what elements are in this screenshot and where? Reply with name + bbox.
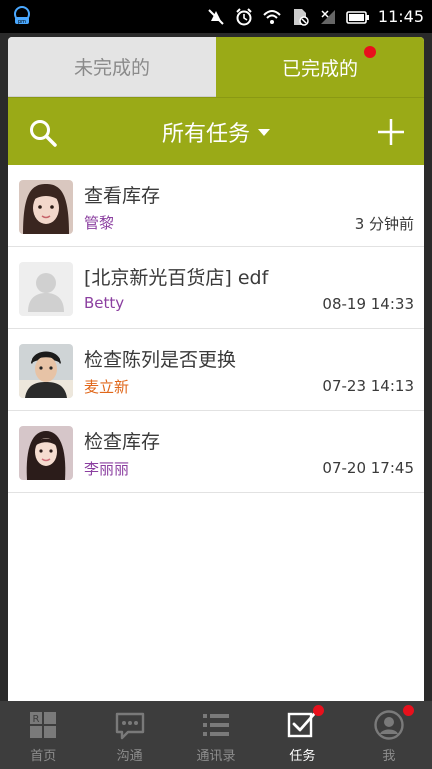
chat-icon bbox=[115, 712, 144, 740]
nav-item-home[interactable]: R 首页 bbox=[0, 701, 86, 769]
task-row[interactable]: 查看库存 管黎 3 分钟前 bbox=[8, 165, 424, 247]
task-row[interactable]: 检查库存 李丽丽 07-20 17:45 bbox=[8, 411, 424, 493]
mute-icon bbox=[208, 8, 224, 25]
nav-label: 沟通 bbox=[116, 749, 143, 764]
contacts-icon bbox=[203, 714, 230, 736]
nav-label: 首页 bbox=[30, 749, 57, 764]
notification-badge bbox=[364, 46, 376, 58]
task-status-tabs: 未完成的 已完成的 bbox=[8, 37, 424, 97]
svg-text:pm: pm bbox=[18, 19, 26, 25]
nav-item-chat[interactable]: 沟通 bbox=[86, 701, 172, 769]
task-title: 检查陈列是否更换 bbox=[84, 349, 237, 371]
status-bar: pm 11:45 bbox=[0, 0, 432, 33]
notification-badge bbox=[313, 705, 325, 716]
wifi-icon bbox=[263, 9, 281, 24]
task-list: 查看库存 管黎 3 分钟前 [北京新光百货店] edf Betty 08-19 … bbox=[8, 165, 424, 493]
signal-icon bbox=[320, 9, 335, 24]
task-time: 07-23 14:13 bbox=[322, 377, 414, 395]
user-avatar bbox=[19, 344, 73, 398]
nav-item-contacts[interactable]: 通讯录 bbox=[173, 701, 259, 769]
task-title: 检查库存 bbox=[84, 431, 161, 453]
nav-item-tasks[interactable]: 任务 bbox=[259, 701, 345, 769]
task-title: 查看库存 bbox=[84, 185, 161, 207]
user-avatar bbox=[19, 180, 73, 234]
profile-icon bbox=[374, 710, 404, 740]
caret-down-icon bbox=[258, 128, 270, 136]
user-avatar bbox=[19, 426, 73, 480]
nav-item-profile[interactable]: 我 bbox=[346, 701, 432, 769]
nav-label: 通讯录 bbox=[196, 749, 236, 764]
task-filter-dropdown[interactable]: 所有任务 bbox=[8, 98, 424, 166]
plus-icon[interactable] bbox=[376, 117, 406, 147]
nav-label: 任务 bbox=[289, 749, 316, 764]
tab-pending[interactable]: 未完成的 bbox=[8, 37, 216, 97]
tab-pending-label: 未完成的 bbox=[73, 57, 150, 79]
tab-completed-label: 已完成的 bbox=[281, 57, 358, 80]
task-time: 08-19 14:33 bbox=[322, 295, 414, 313]
battery-icon bbox=[346, 10, 369, 24]
task-panel: 未完成的 已完成的 所有任务 查看库存 管黎 3 分钟前 [北京新光百货店] e… bbox=[8, 37, 424, 701]
clock-time: 11:45 bbox=[377, 7, 424, 26]
task-row[interactable]: 检查陈列是否更换 麦立新 07-23 14:13 bbox=[8, 329, 424, 411]
no-sim-icon bbox=[293, 8, 309, 26]
task-assignee: 管黎 bbox=[84, 214, 115, 232]
task-row[interactable]: [北京新光百货店] edf Betty 08-19 14:33 bbox=[8, 247, 424, 329]
home-icon: R bbox=[30, 712, 57, 738]
task-assignee: 李丽丽 bbox=[84, 460, 130, 478]
default-avatar-icon bbox=[19, 262, 73, 316]
task-time: 07-20 17:45 bbox=[322, 459, 414, 477]
app-notification-icon: pm bbox=[14, 6, 30, 25]
tab-completed[interactable]: 已完成的 bbox=[216, 37, 424, 97]
bottom-nav: R 首页 沟通 通讯录 任务 我 bbox=[0, 701, 432, 769]
svg-text:R: R bbox=[33, 714, 40, 725]
task-filter-label: 所有任务 bbox=[161, 122, 250, 147]
task-time: 3 分钟前 bbox=[354, 215, 414, 233]
nav-label: 我 bbox=[382, 749, 396, 764]
task-assignee: Betty bbox=[84, 294, 125, 312]
task-title: [北京新光百货店] edf bbox=[84, 267, 269, 289]
task-assignee: 麦立新 bbox=[84, 378, 130, 396]
task-toolbar: 所有任务 bbox=[8, 97, 424, 165]
notification-badge bbox=[402, 705, 414, 716]
alarm-icon bbox=[236, 7, 252, 25]
